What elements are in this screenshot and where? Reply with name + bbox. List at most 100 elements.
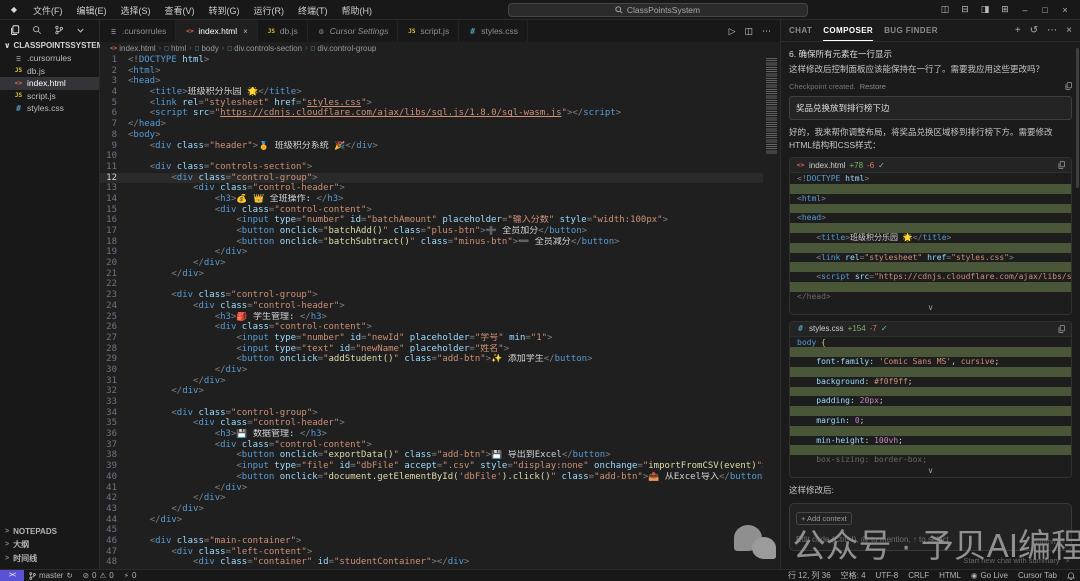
line-number: 22: [100, 279, 128, 290]
start-new-chat-link[interactable]: Start new chat with summary: [963, 556, 1059, 565]
dismiss-icon[interactable]: ×: [1066, 556, 1070, 565]
line-number: 24: [100, 301, 128, 312]
panel-more-icon[interactable]: ⋯: [1047, 25, 1057, 36]
sidebar-section-时间线[interactable]: >时间线: [0, 552, 99, 566]
copy-icon[interactable]: [1065, 82, 1072, 90]
diff-card-header[interactable]: <>index.html+78-6✓: [790, 158, 1071, 173]
panel-tab-CHAT[interactable]: CHAT: [789, 20, 812, 41]
maximize-button[interactable]: □: [1036, 2, 1054, 18]
tab-db.js[interactable]: JSdb.js: [258, 20, 308, 42]
breadcrumb-item[interactable]: ◻html: [164, 44, 186, 53]
menu-item[interactable]: 选择(S): [114, 4, 158, 18]
chevron-down-icon[interactable]: ∨: [790, 466, 1071, 477]
menu-item[interactable]: 文件(F): [26, 4, 70, 18]
chevron-down-icon: ∨: [4, 41, 11, 50]
sidebar-section-NOTEPADS[interactable]: >NOTEPADS: [0, 525, 99, 539]
sidebar-item-db.js[interactable]: JSdb.js: [0, 65, 99, 78]
panel-tab-BUG FINDER[interactable]: BUG FINDER: [884, 20, 938, 41]
minimize-button[interactable]: –: [1016, 2, 1034, 18]
line-number: 1: [100, 55, 128, 66]
breadcrumb-item[interactable]: ◻div.controls-section: [227, 44, 302, 53]
new-chat-icon[interactable]: +: [1015, 25, 1021, 36]
problems-status[interactable]: ⊘ 0 ⚠ 0: [78, 570, 119, 581]
diff-added-line: [790, 406, 1071, 416]
line-number: 36: [100, 429, 128, 440]
source-control-icon[interactable]: [54, 25, 64, 35]
tab-label: Cursor Settings: [330, 26, 389, 36]
restore-link[interactable]: Restore: [860, 82, 886, 91]
history-icon[interactable]: ↺: [1030, 25, 1038, 36]
close-icon[interactable]: ×: [243, 27, 248, 36]
add-context-chip[interactable]: + Add context: [796, 512, 852, 525]
editor-more-actions-icon[interactable]: ⋯: [762, 26, 771, 37]
status-language[interactable]: HTML: [934, 570, 966, 581]
breadcrumb: <>index.html›◻html›◻body›◻div.controls-s…: [100, 42, 780, 55]
menu-item[interactable]: 运行(R): [247, 4, 292, 18]
customize-layout-icon[interactable]: ⊞: [996, 2, 1014, 18]
command-search-box[interactable]: ClassPointsSystem: [508, 3, 808, 17]
html-file-icon: <>: [14, 79, 23, 87]
breadcrumb-item[interactable]: <>index.html: [110, 44, 156, 53]
menu-item[interactable]: 编辑(E): [70, 4, 114, 18]
run-preview-icon[interactable]: ▷: [729, 26, 736, 37]
chevron-down-icon[interactable]: ∨: [790, 303, 1071, 314]
composer-input[interactable]: + Add context Edit code (Ctrl+I), @ to m…: [789, 503, 1072, 551]
notifications-bell-icon[interactable]: [1062, 570, 1080, 581]
section-label: 时间线: [13, 553, 37, 564]
status-encoding[interactable]: UTF-8: [871, 570, 904, 581]
status-cursor-tab[interactable]: Cursor Tab: [1013, 570, 1062, 581]
sync-icon: ↻: [66, 571, 72, 580]
sidebar-section-大纲[interactable]: >大纲: [0, 538, 99, 552]
search-sidebar-icon[interactable]: [32, 25, 42, 35]
diff-code-line: <link rel="stylesheet" href="styles.css"…: [790, 253, 1071, 263]
tab-script.js[interactable]: JSscript.js: [398, 20, 459, 42]
minimap[interactable]: [763, 55, 780, 569]
copy-icon[interactable]: [1058, 325, 1065, 333]
line-number: 18: [100, 237, 128, 248]
remote-indicator[interactable]: ><: [0, 570, 24, 581]
user-message[interactable]: 奖品兑换放到排行榜下边: [789, 96, 1072, 120]
status-indent[interactable]: 空格: 4: [836, 570, 871, 581]
diff-card-header[interactable]: #styles.css+154-7✓: [790, 322, 1071, 337]
explorer-icon[interactable]: [10, 25, 20, 35]
breadcrumb-label: index.html: [119, 44, 155, 53]
status-label: CRLF: [908, 571, 929, 580]
file-name: index.html: [27, 78, 66, 88]
sidebar-item-styles.css[interactable]: #styles.css: [0, 102, 99, 115]
status-line-col[interactable]: 行 12, 列 36: [783, 570, 836, 581]
toggle-secondary-sidebar-icon[interactable]: ◨: [976, 2, 994, 18]
ports-status[interactable]: ⚡ 0: [119, 570, 142, 581]
menu-item[interactable]: 转到(G): [202, 4, 247, 18]
sidebar-item-.cursorrules[interactable]: ≡.cursorrules: [0, 52, 99, 65]
composer-panel: CHATCOMPOSERBUG FINDER + ↺ ⋯ × 6. 确保所有元素…: [780, 20, 1080, 569]
close-button[interactable]: ×: [1056, 2, 1074, 18]
project-root-folder[interactable]: ∨ CLASSPOINTSSYSTEM: [0, 39, 99, 52]
diff-code-line: </head>: [790, 292, 1071, 302]
status-label: UTF-8: [876, 571, 899, 580]
status-golive[interactable]: ◉Go Live: [966, 570, 1013, 581]
menu-item[interactable]: 帮助(H): [335, 4, 380, 18]
menu-item[interactable]: 查看(V): [158, 4, 202, 18]
copy-icon[interactable]: [1058, 161, 1065, 169]
breadcrumb-item[interactable]: ◻body: [195, 44, 219, 53]
toggle-panel-icon[interactable]: ⊟: [956, 2, 974, 18]
breadcrumb-item[interactable]: ◻div.control-group: [310, 44, 376, 53]
tab-.cursorrules[interactable]: ≡.cursorrules: [100, 20, 176, 42]
menu-item[interactable]: 终端(T): [291, 4, 335, 18]
split-editor-icon[interactable]: ◫: [744, 26, 753, 37]
tab-Cursor Settings[interactable]: ⚙Cursor Settings: [308, 20, 399, 42]
views-more-chevron-icon[interactable]: [76, 26, 85, 35]
code-diff-card: <>index.html+78-6✓<!DOCTYPE html><html><…: [789, 157, 1072, 314]
close-panel-icon[interactable]: ×: [1066, 25, 1072, 36]
panel-scrollbar[interactable]: [1076, 48, 1079, 188]
sidebar-item-script.js[interactable]: JSscript.js: [0, 90, 99, 103]
tab-index.html[interactable]: <>index.html×: [176, 20, 257, 42]
tab-styles.css[interactable]: #styles.css: [459, 20, 528, 42]
sidebar-item-index.html[interactable]: <> index.html: [0, 77, 99, 90]
code-line: 29 <button onclick="addStudent()" class=…: [100, 354, 780, 365]
toggle-sidebar-icon[interactable]: ◫: [936, 2, 954, 18]
git-branch-status[interactable]: master ↻: [24, 570, 78, 581]
code-editor[interactable]: 1<!DOCTYPE html>2<html>3<head>4 <title>班…: [100, 55, 780, 569]
panel-tab-COMPOSER[interactable]: COMPOSER: [823, 20, 873, 41]
status-eol[interactable]: CRLF: [903, 570, 934, 581]
